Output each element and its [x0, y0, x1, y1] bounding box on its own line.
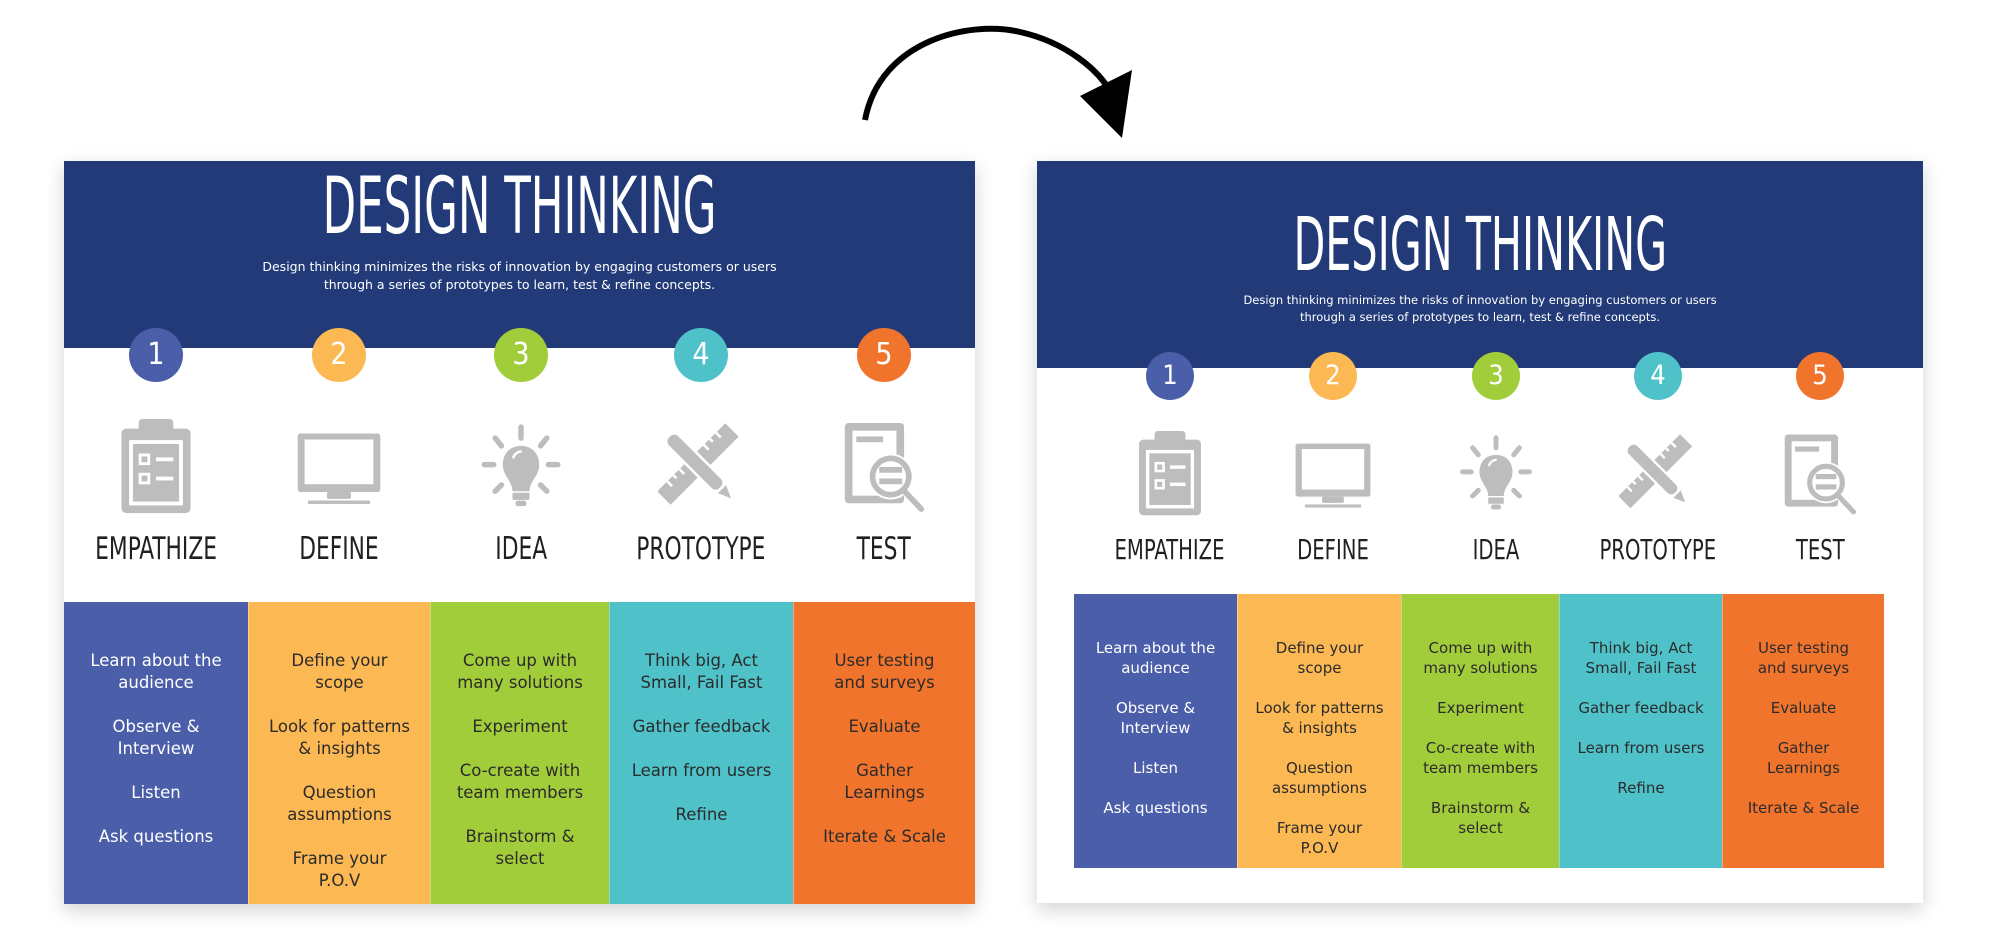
step-details: Learn about the audience Observe & Interv… — [64, 602, 975, 904]
step-detail-item: Ask questions — [98, 827, 214, 846]
step-detail-item: Define your scope — [291, 651, 388, 692]
step-detail-item: Gather feedback — [1578, 699, 1704, 717]
curved-arrow-right-icon — [862, 25, 1132, 138]
step-detail-item: Learn from users — [631, 761, 772, 780]
step-detail-item: Iterate & Scale — [823, 827, 946, 846]
step-label-text: IDEA — [1472, 533, 1520, 566]
step-label-text: TEST — [856, 531, 912, 567]
ruler-pencil-icon — [658, 419, 744, 515]
infographic-title: DESIGN THINKING — [322, 162, 717, 252]
lightbulb-icon — [478, 419, 564, 515]
step-detail-item: Think big, Act Small, Fail Fast — [1585, 639, 1697, 677]
infographic-subtitle: Design thinking minimizes the risks of i… — [1037, 292, 1923, 325]
step-number-badge: 1 — [1146, 352, 1194, 400]
step-number-badge: 3 — [494, 328, 548, 382]
step-detail-item: Look for patterns & insights — [1255, 699, 1384, 737]
step-label: DEFINE — [239, 531, 439, 567]
monitor-icon — [1294, 431, 1372, 517]
step-detail-item: Gather Learnings — [844, 761, 925, 802]
step-detail-column-prototype: Think big, Act Small, Fail Fast Gather fe… — [1559, 594, 1722, 868]
step-detail-item: Frame your P.O.V — [1276, 819, 1363, 857]
step-label: IDEA — [421, 531, 621, 567]
monitor-icon — [296, 419, 382, 515]
step-label: TEST — [784, 531, 984, 567]
infographic-title: DESIGN THINKING — [1293, 202, 1667, 288]
step-detail-item: Refine — [675, 805, 728, 824]
subtitle-line-1: Design thinking minimizes the risks of i… — [1243, 293, 1717, 307]
step-detail-column-prototype: Think big, Act Small, Fail Fast Gather fe… — [609, 602, 793, 904]
step-number-badge: 3 — [1472, 352, 1520, 400]
step-label-text: EMPATHIZE — [1114, 533, 1226, 566]
step-detail-column-empathize: Learn about the audience Observe & Interv… — [1074, 594, 1237, 868]
step-detail-item: Come up with many solutions — [1423, 639, 1538, 677]
step-detail-column-idea: Come up with many solutions Experiment Co-… — [1401, 594, 1559, 868]
step-detail-item: Ask questions — [1103, 799, 1208, 817]
step-detail-item: Evaluate — [848, 717, 921, 736]
step-detail-item: User testing and surveys — [1757, 639, 1850, 677]
step-label-text: DEFINE — [1297, 533, 1369, 566]
step-number-badge: 2 — [312, 328, 366, 382]
step-detail-column-test: User testing and surveys Evaluate Gather L… — [1722, 594, 1884, 868]
step-number-badge: 4 — [1634, 352, 1682, 400]
step-detail-item: Come up with many solutions — [457, 651, 583, 692]
step-number-badge: 5 — [1796, 352, 1844, 400]
step-label: PROTOTYPE — [601, 531, 801, 567]
step-label-text: IDEA — [495, 531, 547, 567]
subtitle-line-1: Design thinking minimizes the risks of i… — [262, 259, 777, 274]
step-detail-item: Evaluate — [1770, 699, 1837, 717]
step-detail-item: Brainstorm & select — [1430, 799, 1531, 837]
subtitle-line-2: through a series of prototypes to learn,… — [323, 277, 716, 293]
step-detail-item: Question assumptions — [287, 783, 392, 824]
step-detail-item: Brainstorm & select — [465, 827, 575, 868]
step-detail-item: Experiment — [472, 717, 568, 736]
step-label-text: PROTOTYPE — [1599, 533, 1717, 566]
revised-infographic: DESIGN THINKING Design thinking minimize… — [1037, 161, 1923, 903]
step-detail-item: Learn from users — [1577, 739, 1705, 757]
step-label-text: TEST — [1795, 533, 1845, 566]
step-detail-item: Observe & Interview — [1115, 699, 1196, 737]
original-infographic: DESIGN THINKING Design thinking minimize… — [64, 161, 975, 904]
step-detail-item: Refine — [1617, 779, 1665, 797]
clipboard-checklist-icon — [113, 419, 199, 515]
document-magnifier-icon — [841, 419, 927, 515]
step-label: EMPATHIZE — [56, 531, 256, 567]
step-detail-column-define: Define your scope Look for patterns & ins… — [248, 602, 430, 904]
step-number-badge: 4 — [674, 328, 728, 382]
step-detail-column-define: Define your scope Look for patterns & ins… — [1237, 594, 1401, 868]
step-detail-item: Learn about the audience — [90, 651, 222, 692]
step-detail-column-idea: Come up with many solutions Experiment Co-… — [430, 602, 609, 904]
step-number-badge: 2 — [1309, 352, 1357, 400]
step-detail-item: Listen — [1133, 759, 1178, 777]
step-detail-item: Gather feedback — [632, 717, 771, 736]
clipboard-checklist-icon — [1131, 431, 1209, 517]
step-detail-item: Frame your P.O.V — [292, 849, 387, 890]
step-label-text: DEFINE — [299, 531, 379, 567]
step-detail-item: Observe & Interview — [112, 717, 200, 758]
step-label: TEST — [1720, 533, 1920, 566]
step-number-badge: 1 — [129, 328, 183, 382]
subtitle-line-2: through a series of prototypes to learn,… — [1299, 309, 1660, 324]
step-details: Learn about the audience Observe & Interv… — [1074, 594, 1884, 868]
step-detail-item: Co-create with team members — [456, 761, 584, 802]
step-detail-item: User testing and surveys — [834, 651, 935, 692]
ruler-pencil-icon — [1619, 431, 1697, 517]
step-detail-item: Define your scope — [1275, 639, 1364, 677]
step-number-badge: 5 — [857, 328, 911, 382]
step-detail-column-empathize: Learn about the audience Observe & Interv… — [64, 602, 248, 904]
step-detail-item: Gather Learnings — [1767, 739, 1840, 777]
step-detail-column-test: User testing and surveys Evaluate Gather L… — [793, 602, 975, 904]
step-detail-item: Think big, Act Small, Fail Fast — [640, 651, 763, 692]
step-detail-item: Iterate & Scale — [1747, 799, 1860, 817]
infographic-subtitle: Design thinking minimizes the risks of i… — [64, 258, 975, 294]
step-detail-item: Experiment — [1437, 699, 1524, 717]
lightbulb-icon — [1457, 431, 1535, 517]
step-detail-item: Learn about the audience — [1095, 639, 1216, 677]
step-label-text: EMPATHIZE — [95, 531, 217, 567]
step-detail-item: Question assumptions — [1271, 759, 1367, 797]
step-detail-item: Look for patterns & insights — [268, 717, 411, 758]
document-magnifier-icon — [1781, 431, 1859, 517]
step-detail-item: Listen — [131, 783, 181, 802]
step-label-text: PROTOTYPE — [636, 531, 766, 567]
step-detail-item: Co-create with team members — [1423, 739, 1538, 777]
